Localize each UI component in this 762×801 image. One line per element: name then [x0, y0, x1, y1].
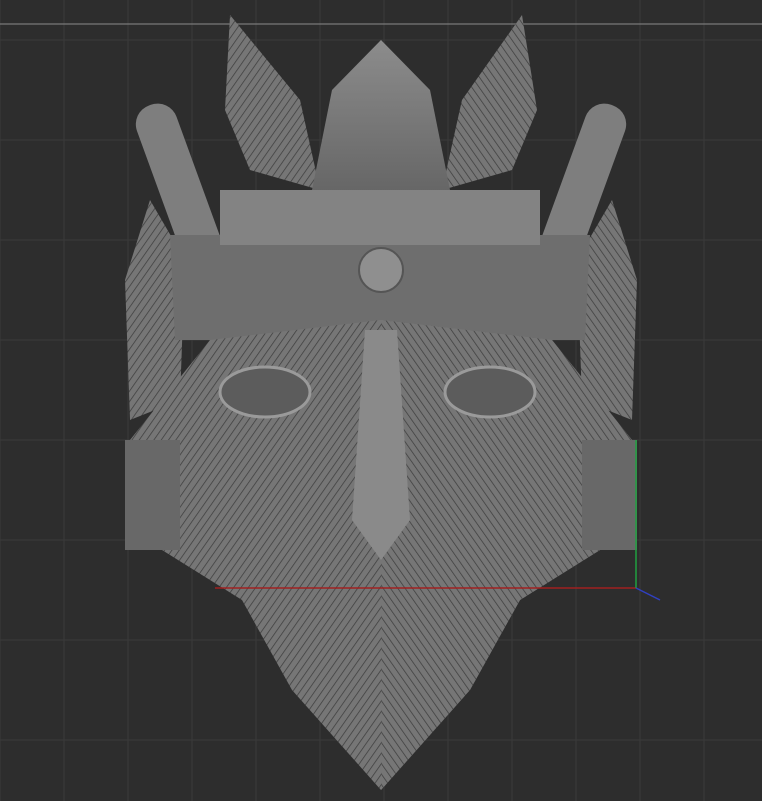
left-jaw-mechanism [125, 440, 180, 550]
left-top-wing [225, 15, 320, 190]
left-eye [218, 365, 312, 419]
3d-viewport[interactable] [0, 0, 762, 801]
right-jaw-mechanism [582, 440, 637, 550]
sculpted-mask-model[interactable] [125, 15, 637, 790]
rosette-ornament [358, 247, 404, 293]
right-eye [443, 365, 537, 419]
right-top-wing [442, 15, 537, 190]
viewport-canvas[interactable] [0, 0, 762, 801]
